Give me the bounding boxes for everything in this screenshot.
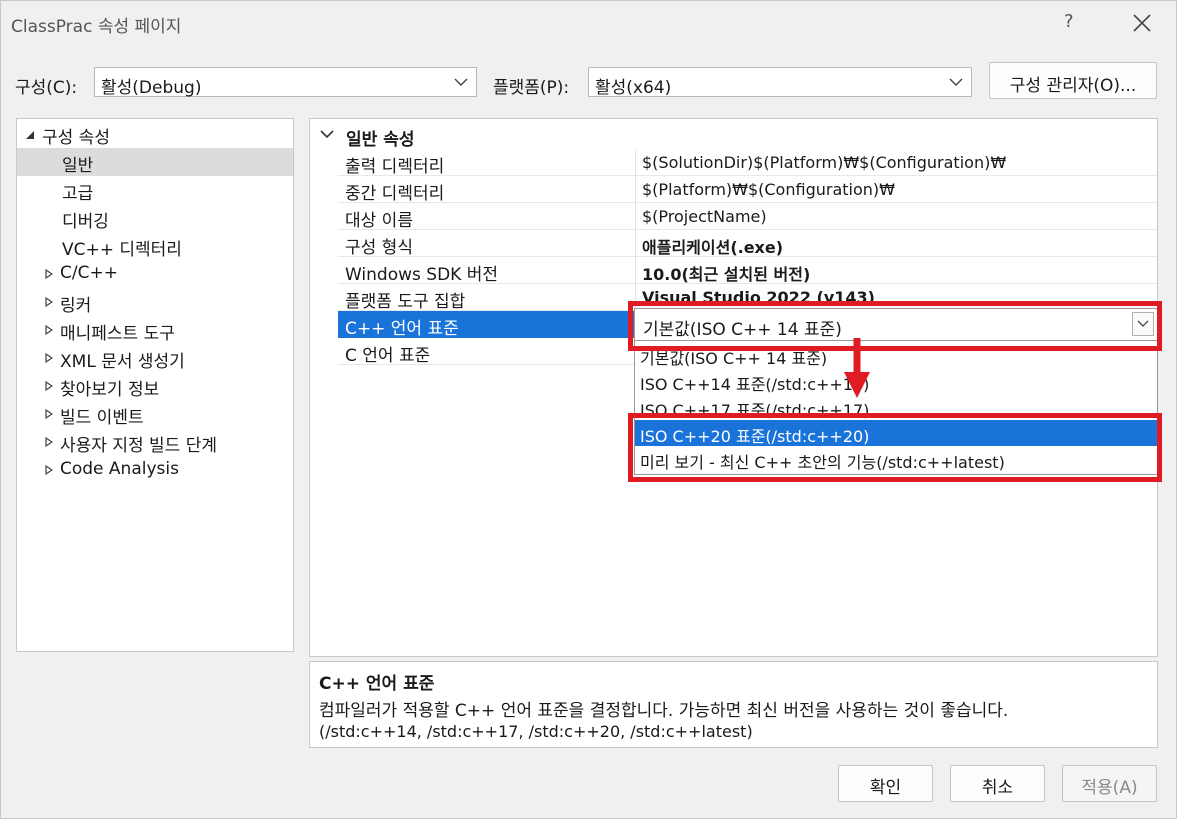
tree-item[interactable]: XML 문서 생성기 (17, 344, 293, 372)
collapsed-triangle-icon (45, 465, 53, 475)
collapsed-triangle-icon (45, 325, 53, 335)
cancel-button[interactable]: 취소 (950, 765, 1045, 802)
property-row[interactable]: 출력 디렉터리 $(SolutionDir)$(Platform)₩$(Confi… (338, 149, 1157, 177)
tree-item-label: 찾아보기 정보 (60, 380, 160, 400)
collapsed-triangle-icon (45, 409, 53, 419)
dropdown-option[interactable]: ISO C++14 표준(/std:c++14) (635, 368, 1157, 394)
tree-item-label: 빌드 이벤트 (60, 408, 144, 428)
property-name: 출력 디렉터리 (345, 157, 445, 177)
tree-item[interactable]: 고급 (17, 176, 293, 204)
tree-item[interactable]: 사용자 지정 빌드 단계 (17, 428, 293, 456)
apply-button[interactable]: 적용(A) (1062, 765, 1157, 802)
ok-button[interactable]: 확인 (838, 765, 933, 802)
window-title: ClassPrac 속성 페이지 (11, 17, 182, 37)
close-button[interactable] (1129, 7, 1155, 37)
property-value: $(Platform)₩$(Configuration)₩ (642, 180, 895, 199)
expanded-triangle-icon (26, 131, 34, 139)
description-panel: C++ 언어 표준 컴파일러가 적용할 C++ 언어 표준을 결정합니다. 가능… (309, 661, 1158, 748)
tree-item[interactable]: VC++ 디렉터리 (17, 232, 293, 260)
category-tree: 구성 속성 일반고급디버깅 VC++ 디렉터리 C/C++ 링커매니페스트 도구 XML… (16, 118, 294, 652)
tree-item-label: 일반 (62, 156, 94, 176)
property-row[interactable]: 중간 디렉터리 $(Platform)₩$(Configuration)₩ (338, 176, 1157, 204)
property-row[interactable]: 대상 이름 $(ProjectName) (338, 203, 1157, 231)
property-pages-dialog: ClassPrac 속성 페이지 ? 구성(C): 활성(Debug) 플랫폼(… (0, 0, 1177, 819)
property-name: Windows SDK 버전 (345, 265, 499, 285)
tree-item[interactable]: 링커 (17, 288, 293, 316)
description-switches: (/std:c++14, /std:c++17, /std:c++20, /st… (319, 722, 753, 741)
tree-item-label: XML 문서 생성기 (60, 352, 185, 372)
tree-item-label: 매니페스트 도구 (60, 324, 175, 344)
tree-item-label: 사용자 지정 빌드 단계 (60, 436, 217, 456)
annotation-box-target (628, 413, 1162, 482)
platform-value: 활성(x64) (595, 78, 672, 98)
tree-item[interactable]: C/C++ (17, 260, 293, 288)
dropdown-option-label: ISO C++14 표준(/std:c++14) (640, 375, 870, 394)
config-label: 구성(C): (15, 78, 78, 98)
property-name: C++ 언어 표준 (345, 319, 459, 339)
tree-item-label: VC++ 디렉터리 (62, 240, 182, 260)
tree-item-label: 링커 (60, 296, 92, 316)
annotation-arrow-icon (844, 338, 870, 398)
collapsed-triangle-icon (45, 381, 53, 391)
property-value: $(SolutionDir)$(Platform)₩$(Configuratio… (642, 153, 1007, 172)
tree-root-config-properties[interactable]: 구성 속성 (17, 120, 293, 148)
section-general[interactable]: 일반 속성 (310, 122, 1157, 150)
column-divider (635, 257, 636, 284)
config-manager-button[interactable]: 구성 관리자(O)... (989, 62, 1157, 99)
platform-select[interactable]: 활성(x64) (588, 67, 972, 98)
tree-item[interactable]: 일반 (17, 148, 293, 176)
property-value: $(ProjectName) (642, 207, 767, 226)
collapsed-triangle-icon (45, 269, 53, 279)
column-divider (635, 176, 636, 203)
collapsed-triangle-icon (45, 297, 53, 307)
tree-item[interactable]: 매니페스트 도구 (17, 316, 293, 344)
annotation-box-current (628, 301, 1162, 351)
tree-item[interactable]: 빌드 이벤트 (17, 400, 293, 428)
help-button[interactable]: ? (1064, 11, 1074, 32)
config-select[interactable]: 활성(Debug) (94, 67, 477, 98)
property-row[interactable]: Windows SDK 버전 10.0(최근 설치된 버전) (338, 257, 1157, 285)
collapsed-triangle-icon (45, 353, 53, 363)
tree-item-label: C/C++ (60, 263, 118, 283)
description-text: 컴파일러가 적용할 C++ 언어 표준을 결정합니다. 가능하면 최신 버전을 … (319, 701, 1009, 721)
property-value: 10.0(최근 설치된 버전) (642, 265, 811, 284)
close-icon (1133, 14, 1151, 32)
description-title: C++ 언어 표준 (319, 674, 435, 694)
tree-item-label: Code Analysis (60, 459, 179, 479)
property-name: 플랫폼 도구 집합 (345, 292, 466, 312)
tree-item-label: 고급 (62, 184, 94, 204)
chevron-down-icon (320, 130, 334, 139)
column-divider (635, 203, 636, 230)
property-name: 구성 형식 (345, 238, 413, 258)
property-name: 대상 이름 (345, 211, 413, 231)
tree-item-label: 디버깅 (62, 212, 109, 232)
property-row[interactable]: 구성 형식 애플리케이션(.exe) (338, 230, 1157, 258)
config-value: 활성(Debug) (101, 78, 202, 98)
column-divider (635, 149, 636, 176)
chevron-down-icon (949, 78, 963, 86)
chevron-down-icon (454, 78, 468, 86)
column-divider (635, 230, 636, 257)
property-name: 중간 디렉터리 (345, 184, 445, 204)
platform-label: 플랫폼(P): (493, 78, 570, 98)
tree-item[interactable]: 찾아보기 정보 (17, 372, 293, 400)
title-bar: ClassPrac 속성 페이지 ? (1, 1, 1176, 45)
collapsed-triangle-icon (45, 437, 53, 447)
tree-item[interactable]: 디버깅 (17, 204, 293, 232)
tree-item[interactable]: Code Analysis (17, 456, 293, 484)
property-name: C 언어 표준 (345, 346, 431, 366)
property-value: 애플리케이션(.exe) (642, 238, 784, 257)
section-title: 일반 속성 (346, 130, 415, 150)
tree-root-label: 구성 속성 (42, 128, 110, 148)
